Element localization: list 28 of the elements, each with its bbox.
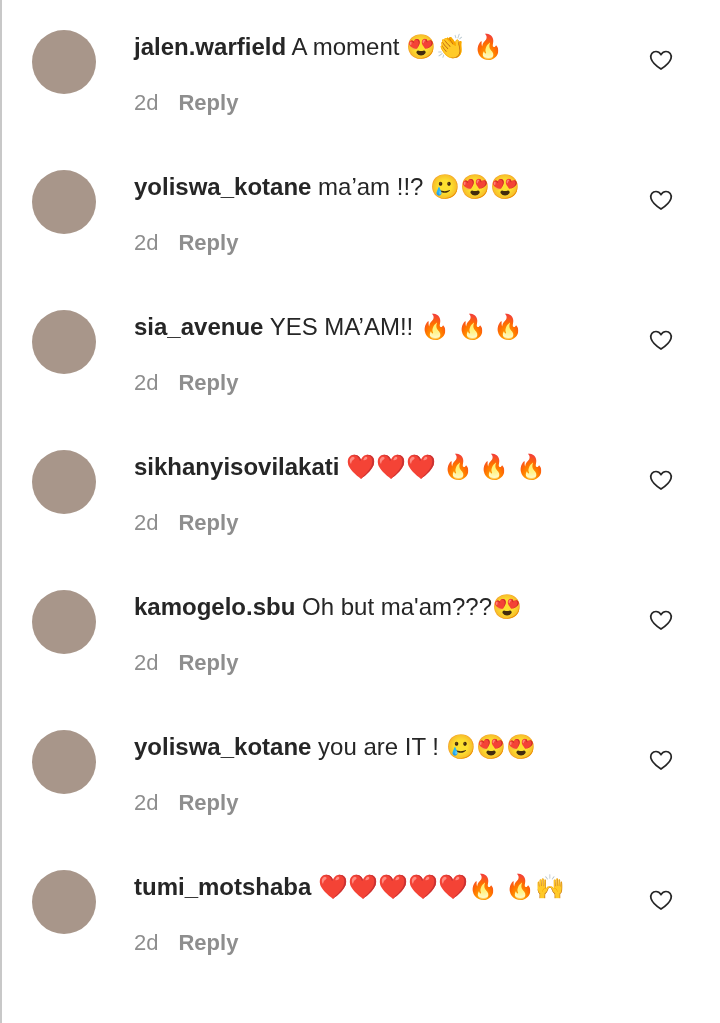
heart-icon[interactable] — [648, 48, 674, 72]
comment-text: sikhanyisovilakati ❤❤❤ 🔥 🔥 🔥 — [134, 452, 548, 482]
reply-link[interactable]: Reply — [178, 370, 239, 396]
comment-text: yoliswa_kotane you are IT ! 🥲😍😍 — [134, 732, 537, 762]
heart-icon[interactable] — [648, 608, 674, 632]
heart-icon[interactable] — [648, 748, 674, 772]
comment-text: jalen.warfield A moment 😍👏 🔥 — [134, 32, 504, 62]
comment-text: sia_avenue YES MA’AM!! 🔥 🔥 🔥 — [134, 312, 525, 342]
comment-time: 2d — [134, 90, 159, 116]
reply-link[interactable]: Reply — [178, 790, 239, 816]
comment-time: 2d — [134, 790, 159, 816]
reply-link[interactable]: Reply — [178, 650, 239, 676]
reply-link[interactable]: Reply — [178, 510, 239, 536]
heart-icon[interactable] — [648, 328, 674, 352]
reply-link[interactable]: Reply — [178, 930, 239, 956]
heart-icon[interactable] — [648, 188, 674, 212]
comment-text: yoliswa_kotane ma’am !!? 🥲😍😍 — [134, 172, 522, 202]
comment-time: 2d — [134, 230, 159, 256]
reply-link[interactable]: Reply — [178, 90, 239, 116]
heart-icon[interactable] — [648, 468, 674, 492]
reply-link[interactable]: Reply — [178, 230, 239, 256]
comment-time: 2d — [134, 650, 159, 676]
comment-time: 2d — [134, 370, 159, 396]
comment-text: tumi_motshaba ❤❤❤❤❤🔥 🔥🙌 — [134, 872, 566, 902]
comment-time: 2d — [134, 510, 159, 536]
heart-icon[interactable] — [648, 888, 674, 912]
comment-time: 2d — [134, 930, 159, 956]
comment-text: kamogelo.sbu Oh but ma'am???😍 — [134, 592, 524, 622]
